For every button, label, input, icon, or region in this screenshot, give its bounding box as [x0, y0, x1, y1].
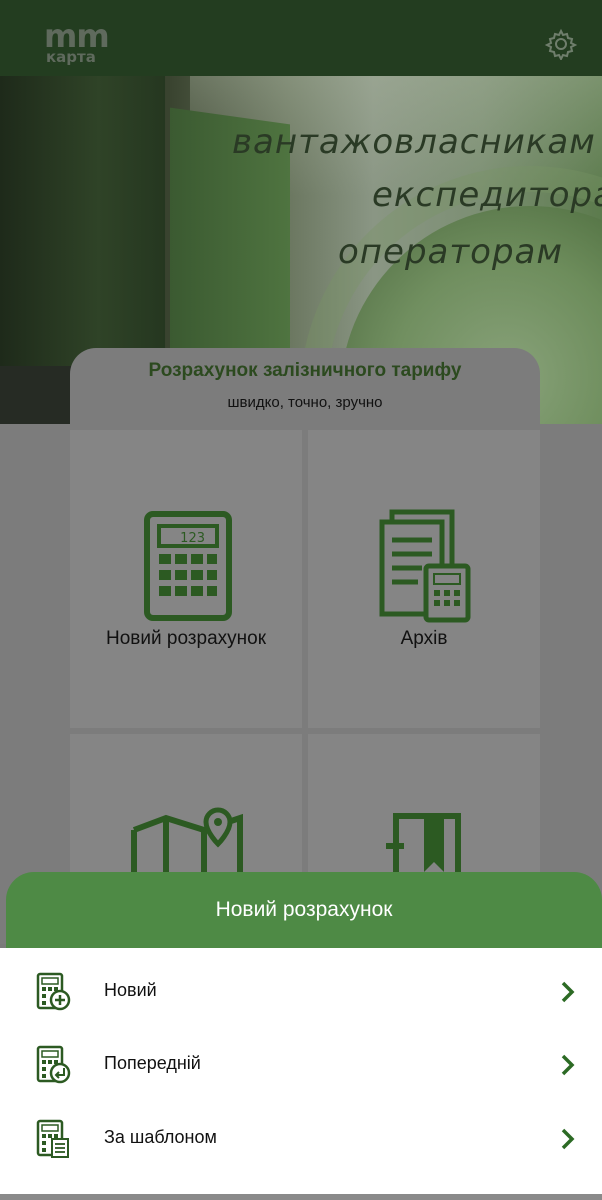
sheet-item-label: Попередній [104, 1053, 201, 1073]
calculator-list-icon [36, 1119, 69, 1158]
chevron-right-icon [561, 981, 575, 1003]
calculator-return-icon [36, 1045, 71, 1084]
tile-label: Архів [400, 628, 448, 649]
sheet-item-label: За шаблоном [104, 1127, 217, 1147]
bottom-sheet-header: Новий розрахунок [6, 872, 602, 948]
calculator-icon: 123 [144, 511, 232, 621]
banner-rail-wagon [0, 76, 165, 366]
sheet-item-label: Новий [104, 980, 157, 1000]
tariff-card-subtitle: швидко, точно, зручно [227, 394, 383, 411]
svg-text:123: 123 [180, 531, 205, 546]
app-logo: mm карта [44, 17, 118, 68]
bottom-sheet-title: Новий розрахунок [215, 898, 393, 921]
sheet-item-new[interactable]: Новий [0, 956, 602, 1028]
tile-label: Новий розрахунок [105, 628, 267, 649]
logo-mark: mm [44, 17, 110, 55]
gear-icon[interactable] [545, 28, 577, 60]
banner-slogan-3: операторам [338, 232, 564, 272]
banner-slogan-2: експедиторам [372, 175, 602, 215]
archive-documents-icon [379, 509, 471, 623]
home-indicator-bar [0, 1194, 602, 1200]
calculator-plus-icon [36, 972, 71, 1011]
tile-new-calculation[interactable]: 123 Новий розрахунок [70, 430, 302, 728]
tile-archive[interactable]: Архів [308, 430, 540, 728]
bottom-sheet-list: Новий Попередній За шаблоном [0, 948, 602, 1194]
tariff-card-title: Розрахунок залізничного тарифу [148, 360, 462, 381]
bottom-sheet-new-calculation: Новий розрахунок Новий Попередній За шаб… [0, 872, 602, 1200]
top-app-bar: mm карта [0, 0, 602, 76]
sheet-item-previous[interactable]: Попередній [0, 1029, 602, 1101]
chevron-right-icon [561, 1128, 575, 1150]
banner-slogan-1: вантажовласникам [232, 122, 596, 162]
sheet-item-template[interactable]: За шаблоном [0, 1103, 602, 1175]
chevron-right-icon [561, 1054, 575, 1076]
tariff-card-header: Розрахунок залізничного тарифу швидко, т… [70, 348, 540, 428]
